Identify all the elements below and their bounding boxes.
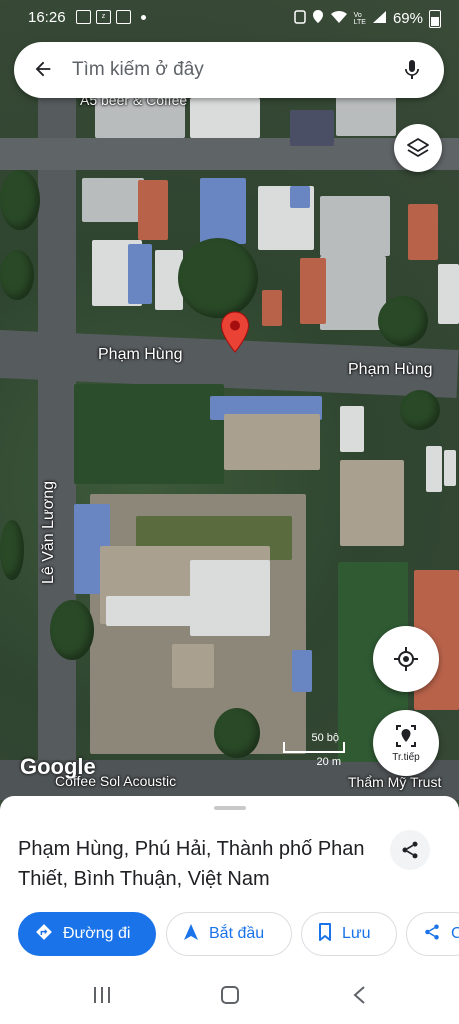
tree [0, 170, 40, 230]
location-icon [312, 9, 324, 28]
poi-label-tham-my-trust[interactable]: Thẩm Mỹ Trust [348, 774, 441, 790]
street-label-pham-hung-right: Phạm Hùng [348, 361, 433, 378]
building [200, 178, 246, 244]
scale-bar: 50 bộ 20 m [283, 732, 345, 768]
place-title: Phạm Hùng, Phú Hải, Thành phố Phan Thiết… [18, 838, 365, 890]
start-button[interactable]: Bắt đầu [166, 912, 292, 956]
building [444, 450, 456, 486]
building [262, 290, 282, 326]
live-view-icon [395, 724, 417, 753]
live-view-button[interactable]: Tr.tiếp [373, 710, 439, 776]
building [106, 596, 232, 626]
building [290, 186, 310, 208]
recent-apps-icon[interactable] [92, 986, 112, 1009]
bookmark-icon [318, 922, 332, 946]
search-bar[interactable]: Tìm kiếm ở đây [14, 42, 444, 98]
tree [50, 600, 94, 660]
crosshair-icon [393, 646, 419, 677]
tree [0, 250, 34, 300]
tree [214, 708, 260, 758]
directions-button[interactable]: Đường đi [18, 912, 156, 956]
building [320, 256, 386, 330]
zalo-icon: z [96, 10, 111, 24]
building [426, 446, 442, 492]
tree [378, 296, 428, 346]
building [340, 460, 404, 546]
microphone-icon[interactable] [400, 57, 424, 88]
live-view-label: Tr.tiếp [392, 752, 420, 763]
tree [178, 238, 258, 318]
layers-icon [406, 136, 430, 165]
status-bar: 16:26 z Vo LTE 69% [0, 0, 459, 34]
scale-meter-label: 20 m [316, 756, 341, 768]
building [438, 264, 459, 324]
status-time: 16:26 [28, 9, 66, 26]
share-chip-label: C [451, 925, 459, 942]
dot-icon [141, 15, 146, 20]
street-label-pham-hung-left: Phạm Hùng [98, 346, 183, 363]
share-chip-button[interactable]: C [406, 912, 459, 956]
building [300, 258, 326, 324]
street-label-le-van-luong: Lê Văn Lương [40, 480, 57, 584]
building [320, 196, 390, 256]
start-label: Bắt đầu [209, 925, 265, 942]
building [336, 96, 396, 136]
battery-icon [429, 9, 441, 28]
save-button[interactable]: Lưu [301, 912, 397, 956]
building [128, 244, 152, 304]
sheet-drag-handle[interactable] [214, 806, 246, 810]
google-attribution: Google [20, 754, 96, 779]
back-arrow-icon[interactable] [32, 58, 54, 85]
nfc-icon [293, 9, 306, 28]
wifi-icon [330, 10, 348, 28]
road-top [0, 138, 459, 170]
action-chips: Đường đi Bắt đầu Lưu C [18, 912, 459, 958]
battery-percent: 69% [392, 10, 423, 27]
signal-icon [372, 10, 387, 28]
save-label: Lưu [342, 925, 371, 942]
directions-label: Đường đi [63, 925, 131, 942]
road-le-van-luong [38, 60, 76, 800]
back-icon[interactable] [352, 985, 366, 1010]
building [172, 644, 214, 688]
scale-feet-label: 50 bộ [311, 732, 339, 744]
tree [400, 390, 440, 430]
building [190, 98, 260, 138]
building [82, 178, 144, 222]
share-button[interactable] [390, 830, 430, 870]
building [292, 650, 312, 692]
volte-icon: Vo LTE [353, 11, 366, 26]
search-input[interactable]: Tìm kiếm ở đây [72, 59, 204, 81]
share-icon [400, 840, 420, 865]
layers-button[interactable] [394, 124, 442, 172]
building [138, 180, 168, 240]
building [408, 204, 438, 260]
directions-icon [35, 923, 53, 946]
tree [0, 520, 24, 580]
navigation-arrow-icon [183, 923, 199, 946]
gallery-icon [116, 10, 131, 24]
home-icon[interactable] [220, 985, 240, 1010]
building [290, 110, 334, 146]
share-icon [423, 923, 441, 946]
system-nav-bar [0, 966, 459, 1024]
location-pin-icon[interactable] [220, 311, 250, 358]
building [224, 414, 320, 470]
my-location-button[interactable] [373, 626, 439, 692]
park [74, 384, 224, 484]
building [340, 406, 364, 452]
message-icon [76, 10, 91, 24]
